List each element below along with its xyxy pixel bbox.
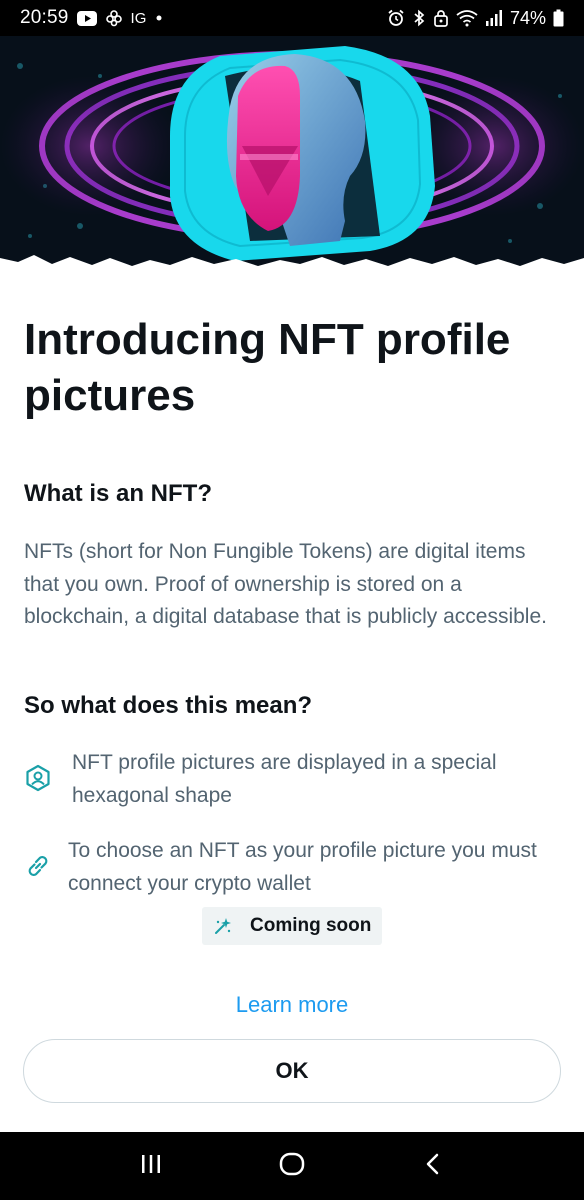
- what-is-nft-body: NFTs (short for Non Fungible Tokens) are…: [24, 540, 547, 628]
- battery-percent: 74%: [509, 7, 546, 28]
- status-time: 20:59: [20, 7, 69, 28]
- ok-button[interactable]: OK: [23, 1039, 561, 1103]
- status-bar: 20:59 IG 74%: [0, 0, 584, 36]
- youtube-icon: [76, 10, 97, 26]
- page-title: Introducing NFT profile pictures: [24, 315, 511, 420]
- bluetooth-icon: [412, 9, 426, 27]
- wifi-icon: [456, 9, 478, 27]
- hexagon-avatar-icon: [24, 764, 52, 792]
- dot-icon: [154, 13, 164, 23]
- feature-text-wallet: To choose an NFT as your profile picture…: [68, 839, 537, 895]
- back-button[interactable]: [409, 1142, 457, 1190]
- feature-text-hexagon: NFT profile pictures are displayed in a …: [72, 751, 497, 807]
- battery-icon: [553, 9, 564, 27]
- feature-item-wallet: To choose an NFT as your profile picture…: [24, 834, 564, 900]
- status-left: 20:59 IG: [20, 7, 164, 29]
- back-icon: [423, 1152, 443, 1181]
- home-icon: [278, 1150, 306, 1183]
- home-button[interactable]: [268, 1142, 316, 1190]
- ok-button-label: OK: [275, 1058, 309, 1083]
- feature-item-hexagon: NFT profile pictures are displayed in a …: [24, 746, 564, 812]
- pinwheel-icon: [105, 9, 123, 27]
- link-icon: [24, 852, 52, 880]
- nft-hero-illustration: [0, 36, 584, 270]
- meaning-heading: So what does this mean?: [24, 692, 313, 719]
- coming-soon-badge: Coming soon: [202, 907, 382, 945]
- app-label: IG: [130, 9, 147, 27]
- what-is-nft-heading: What is an NFT?: [24, 480, 212, 507]
- sparkle-icon: [212, 915, 234, 937]
- status-right: 74%: [387, 8, 564, 29]
- hero-banner: [0, 36, 584, 270]
- recents-button[interactable]: [127, 1142, 175, 1190]
- learn-more-label: Learn more: [235, 992, 349, 1017]
- lock-icon: [433, 9, 449, 27]
- system-nav-bar: [0, 1132, 584, 1200]
- learn-more-link[interactable]: Learn more: [0, 992, 584, 1018]
- coming-soon-label: Coming soon: [250, 915, 372, 936]
- recents-icon: [139, 1153, 163, 1180]
- alarm-icon: [387, 9, 405, 27]
- signal-icon: [485, 9, 503, 27]
